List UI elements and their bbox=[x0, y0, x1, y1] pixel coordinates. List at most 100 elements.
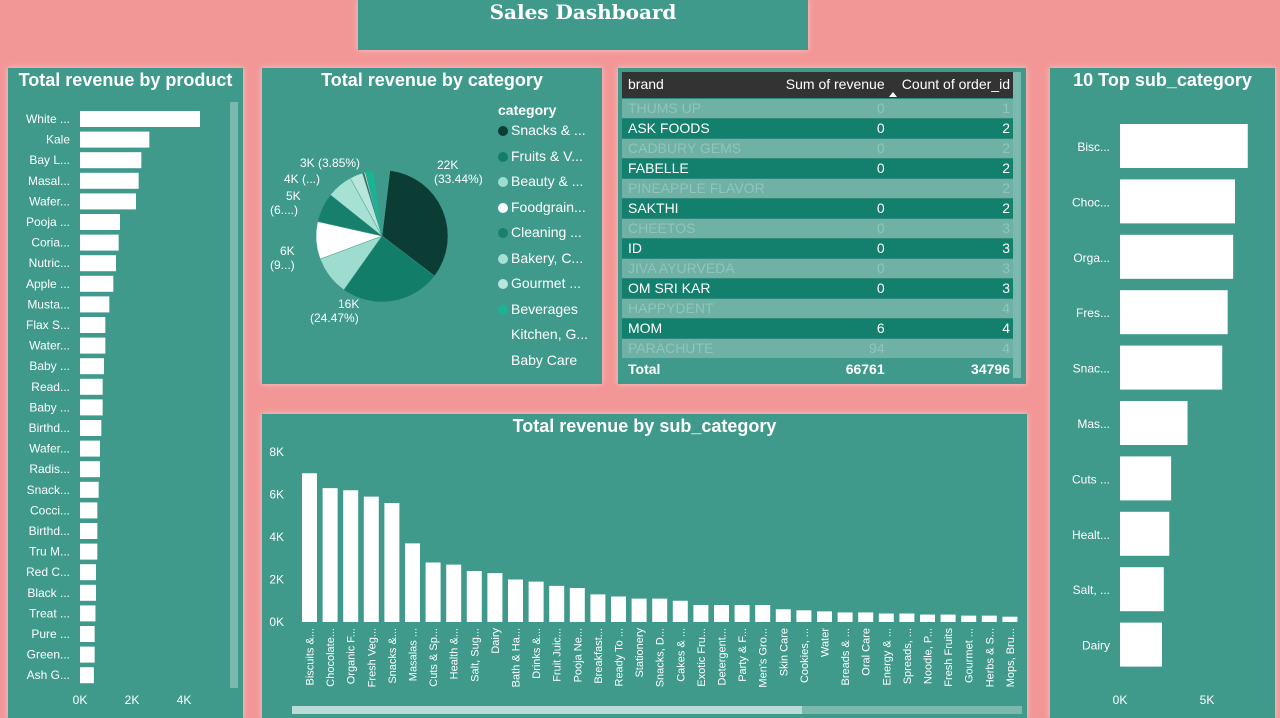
sub-bar[interactable] bbox=[1002, 616, 1018, 622]
sub-bar[interactable] bbox=[569, 588, 585, 622]
header-revenue[interactable]: Sum of revenue bbox=[785, 72, 890, 98]
product-bar[interactable] bbox=[80, 481, 99, 498]
product-bar[interactable] bbox=[80, 564, 96, 581]
product-bar[interactable] bbox=[80, 399, 103, 416]
top-bar[interactable] bbox=[1120, 345, 1223, 390]
sub-bar[interactable] bbox=[384, 503, 400, 622]
legend-item[interactable]: Baby Care bbox=[498, 352, 577, 368]
sub-bar[interactable] bbox=[775, 609, 791, 622]
sub-bar[interactable] bbox=[549, 585, 565, 622]
table-row[interactable]: MOM 6 4 bbox=[622, 319, 1016, 339]
sub-bar[interactable] bbox=[837, 612, 853, 622]
header-count[interactable]: Count of order_id bbox=[891, 72, 1016, 98]
sub-bar[interactable] bbox=[714, 605, 729, 622]
sub-bar[interactable] bbox=[405, 543, 420, 622]
table-row[interactable]: THUMS UP 0 1 bbox=[622, 99, 1016, 119]
product-bar[interactable] bbox=[80, 440, 100, 457]
top-bar[interactable] bbox=[1120, 456, 1172, 501]
product-bar[interactable] bbox=[80, 605, 96, 622]
top-bar[interactable] bbox=[1120, 179, 1235, 224]
legend-item[interactable]: Kitchen, G... bbox=[498, 326, 588, 342]
product-bar[interactable] bbox=[80, 646, 95, 663]
sub-bar[interactable] bbox=[528, 581, 544, 622]
table-row[interactable]: PARACHUTE 94 4 bbox=[622, 339, 1016, 358]
sub-bar[interactable] bbox=[693, 605, 709, 622]
sub-bar[interactable] bbox=[899, 613, 915, 623]
sub-bar[interactable] bbox=[466, 571, 482, 622]
product-bar[interactable] bbox=[80, 378, 103, 395]
sub-bar[interactable] bbox=[363, 496, 379, 622]
sort-desc-icon[interactable] bbox=[888, 90, 898, 100]
legend-item[interactable]: Snacks & ... bbox=[498, 122, 586, 138]
legend-item[interactable]: Cleaning ... bbox=[498, 224, 582, 240]
sub-bar[interactable] bbox=[672, 600, 688, 622]
sub-bar[interactable] bbox=[940, 614, 956, 622]
product-bar[interactable] bbox=[80, 420, 102, 436]
subcategory-scrollbar[interactable] bbox=[292, 706, 1022, 714]
legend-item[interactable]: Foodgrain... bbox=[498, 199, 586, 215]
legend-item[interactable]: Beverages bbox=[498, 301, 578, 317]
sub-bar[interactable] bbox=[920, 614, 935, 622]
table-row[interactable]: FABELLE 0 2 bbox=[622, 159, 1016, 179]
sub-bar[interactable] bbox=[961, 615, 977, 622]
product-bar[interactable] bbox=[80, 152, 142, 169]
sub-bar[interactable] bbox=[796, 610, 812, 622]
sub-bar[interactable] bbox=[302, 473, 317, 622]
sub-bar[interactable] bbox=[817, 611, 832, 622]
product-bar[interactable] bbox=[80, 234, 119, 251]
product-bar[interactable] bbox=[80, 358, 104, 375]
product-bar[interactable] bbox=[80, 502, 98, 519]
sub-bar[interactable] bbox=[981, 615, 997, 622]
product-bar[interactable] bbox=[80, 626, 95, 642]
table-row[interactable]: ID 0 3 bbox=[622, 239, 1016, 259]
table-row[interactable]: OM SRI KAR 0 3 bbox=[622, 279, 1016, 299]
legend-item[interactable]: Bakery, C... bbox=[498, 250, 583, 266]
product-bar[interactable] bbox=[80, 255, 116, 272]
table-row[interactable]: CADBURY GEMS 0 2 bbox=[622, 139, 1016, 159]
sub-bar[interactable] bbox=[652, 598, 668, 622]
product-chart-scrollbar[interactable] bbox=[230, 102, 238, 688]
product-bar[interactable] bbox=[80, 317, 106, 333]
table-row[interactable]: PINEAPPLE FLAVOR 2 bbox=[622, 179, 1016, 199]
top-bar[interactable] bbox=[1120, 511, 1170, 556]
product-bar[interactable] bbox=[80, 275, 114, 292]
top-bar[interactable] bbox=[1120, 124, 1248, 168]
sub-bar[interactable] bbox=[734, 605, 750, 622]
sub-bar[interactable] bbox=[611, 596, 626, 623]
legend-item[interactable]: Gourmet ... bbox=[498, 275, 581, 291]
table-row[interactable]: JIVA AYURVEDA 0 3 bbox=[622, 259, 1016, 279]
product-bar[interactable] bbox=[80, 296, 110, 313]
sub-bar[interactable] bbox=[755, 605, 771, 622]
sub-bar[interactable] bbox=[425, 562, 441, 623]
sub-bar[interactable] bbox=[487, 573, 503, 622]
product-bar[interactable] bbox=[80, 111, 200, 127]
table-row[interactable]: SAKTHI 0 2 bbox=[622, 199, 1016, 219]
product-bar[interactable] bbox=[80, 543, 98, 560]
table-row[interactable]: ASK FOODS 0 2 bbox=[622, 119, 1016, 139]
sub-bar[interactable] bbox=[508, 579, 523, 623]
table-scrollbar[interactable] bbox=[1013, 72, 1021, 378]
sub-bar[interactable] bbox=[590, 594, 606, 622]
sub-bar[interactable] bbox=[631, 598, 647, 622]
product-bar[interactable] bbox=[80, 584, 96, 601]
product-bar[interactable] bbox=[80, 461, 100, 478]
table-row[interactable]: HAPPYDENT 4 bbox=[622, 299, 1016, 319]
product-bar[interactable] bbox=[80, 131, 150, 148]
product-bar[interactable] bbox=[80, 214, 120, 230]
product-bar[interactable] bbox=[80, 193, 136, 210]
product-bar[interactable] bbox=[80, 172, 139, 189]
header-brand[interactable]: brand bbox=[622, 72, 785, 98]
sub-bar[interactable] bbox=[322, 488, 338, 622]
table-row[interactable]: CHEETOS 0 3 bbox=[622, 219, 1016, 239]
sub-bar[interactable] bbox=[446, 564, 462, 622]
top-bar[interactable] bbox=[1120, 234, 1234, 279]
legend-item[interactable]: Beauty & ... bbox=[498, 173, 583, 189]
product-bar[interactable] bbox=[80, 337, 106, 354]
top-bar[interactable] bbox=[1120, 622, 1162, 667]
top-bar[interactable] bbox=[1120, 567, 1164, 612]
sub-bar[interactable] bbox=[858, 612, 874, 622]
product-bar[interactable] bbox=[80, 523, 98, 539]
legend-item[interactable]: Fruits & V... bbox=[498, 148, 583, 164]
subcategory-scroll-thumb[interactable] bbox=[292, 706, 802, 714]
top-bar[interactable] bbox=[1120, 290, 1228, 335]
